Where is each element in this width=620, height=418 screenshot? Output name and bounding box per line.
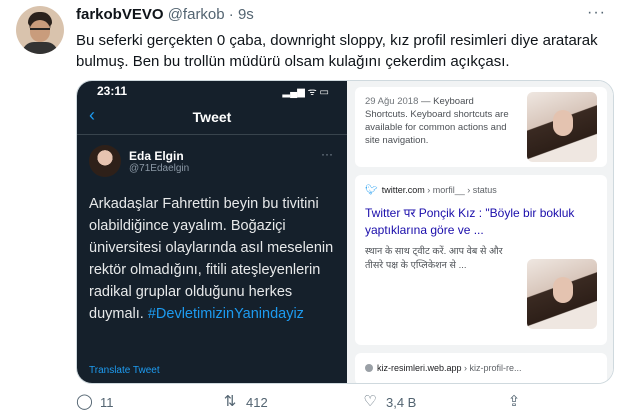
- navbar-title: Tweet: [192, 109, 232, 125]
- result-source: kiz-resimleri.web.app › kiz-profil-re...: [365, 363, 522, 373]
- tweet-media[interactable]: 23:11 ▂▄▆ ᯤ ▭ ‹ Tweet Eda Elgin @71Edael…: [76, 80, 614, 384]
- quoted-author-avatar: [89, 145, 121, 177]
- tweet-text: Bu seferki gerçekten 0 çaba, downright s…: [76, 32, 598, 70]
- site-favicon-icon: [365, 364, 373, 372]
- result-title: Twitter पर Ponçik Kız : "Böyle bir boklu…: [365, 206, 575, 237]
- more-options-icon[interactable]: ···: [587, 4, 606, 22]
- author-name[interactable]: farkobVEVO: [76, 6, 164, 23]
- retweet-button[interactable]: ⇅ 412: [222, 394, 268, 410]
- result-description: स्थान के साथ ट्वीट करें. आप वेब से और ती…: [365, 246, 503, 271]
- tweet-time[interactable]: 9s: [238, 6, 254, 23]
- thumbnail-face: [553, 277, 573, 303]
- reply-count: 11: [100, 394, 114, 410]
- author-handle[interactable]: @farkob: [168, 6, 225, 23]
- reply-button[interactable]: ◯ 11: [76, 394, 114, 410]
- quoted-author-handle: @71Edaelgin: [129, 163, 190, 174]
- quoted-author-name: Eda Elgin: [129, 149, 184, 163]
- result-source: 🐦︎ twitter.com › morfil__ › status: [365, 185, 497, 196]
- share-button[interactable]: ⇪: [506, 394, 522, 410]
- result-card: 🐦︎ twitter.com › morfil__ › status Twitte…: [355, 175, 607, 345]
- status-clock: 23:11: [97, 84, 128, 98]
- result-card: 29 Ağu 2018 — Keyboard Shortcuts. Keyboa…: [355, 87, 607, 167]
- quoted-more-icon: ···: [321, 147, 333, 161]
- heart-icon: ♡: [363, 393, 377, 410]
- tweet-actions: ◯ 11 ⇅ 412 ♡ 3,4 B ⇪: [76, 394, 606, 414]
- separator-dot: ·: [228, 6, 234, 23]
- quoted-tweet-text: Arkadaşlar Fahrettin beyin bu tivitini o…: [89, 196, 334, 322]
- signal-wifi-battery-icon: ▂▄▆ ᯤ ▭: [282, 87, 329, 98]
- reply-icon: ◯: [76, 393, 93, 410]
- tweet-navbar: ‹ Tweet: [77, 99, 347, 135]
- result-card: kiz-resimleri.web.app › kiz-profil-re...: [355, 353, 607, 383]
- like-button[interactable]: ♡ 3,4 B: [362, 394, 416, 410]
- search-results-screenshot[interactable]: 29 Ağu 2018 — Keyboard Shortcuts. Keyboa…: [347, 81, 613, 383]
- result-path: › morfil__ › status: [424, 185, 497, 195]
- twitter-bird-icon: 🐦︎: [365, 185, 378, 196]
- result-snippet: 29 Ağu 2018 — Keyboard Shortcuts. Keyboa…: [365, 95, 515, 147]
- retweet-icon: ⇅: [223, 393, 237, 410]
- result-domain: kiz-resimleri.web.app: [377, 363, 462, 373]
- result-thumbnail: [527, 259, 597, 329]
- author-avatar[interactable]: [16, 6, 64, 54]
- result-thumbnail: [527, 92, 597, 162]
- like-count: 3,4 B: [386, 394, 417, 410]
- avatar-glasses: [30, 28, 50, 32]
- quoted-hashtag: #DevletimizinYanindayiz: [147, 306, 304, 322]
- translate-tweet-link: Translate Tweet: [89, 365, 160, 376]
- retweet-count: 412: [246, 394, 268, 410]
- result-date: 29 Ağu 2018: [365, 96, 419, 107]
- avatar-shirt: [22, 42, 58, 54]
- tweet-header: farkobVEVO @farkob · 9s: [76, 6, 254, 24]
- result-path: › kiz-profil-re...: [461, 363, 522, 373]
- result-domain: twitter.com: [381, 185, 425, 195]
- quoted-tweet-body: Arkadaşlar Fahrettin beyin bu tivitini o…: [89, 193, 339, 325]
- share-icon: ⇪: [507, 393, 521, 410]
- status-bar: 23:11 ▂▄▆ ᯤ ▭: [77, 81, 347, 99]
- thumbnail-face: [553, 110, 573, 136]
- phone-screenshot[interactable]: 23:11 ▂▄▆ ᯤ ▭ ‹ Tweet Eda Elgin @71Edael…: [77, 81, 347, 383]
